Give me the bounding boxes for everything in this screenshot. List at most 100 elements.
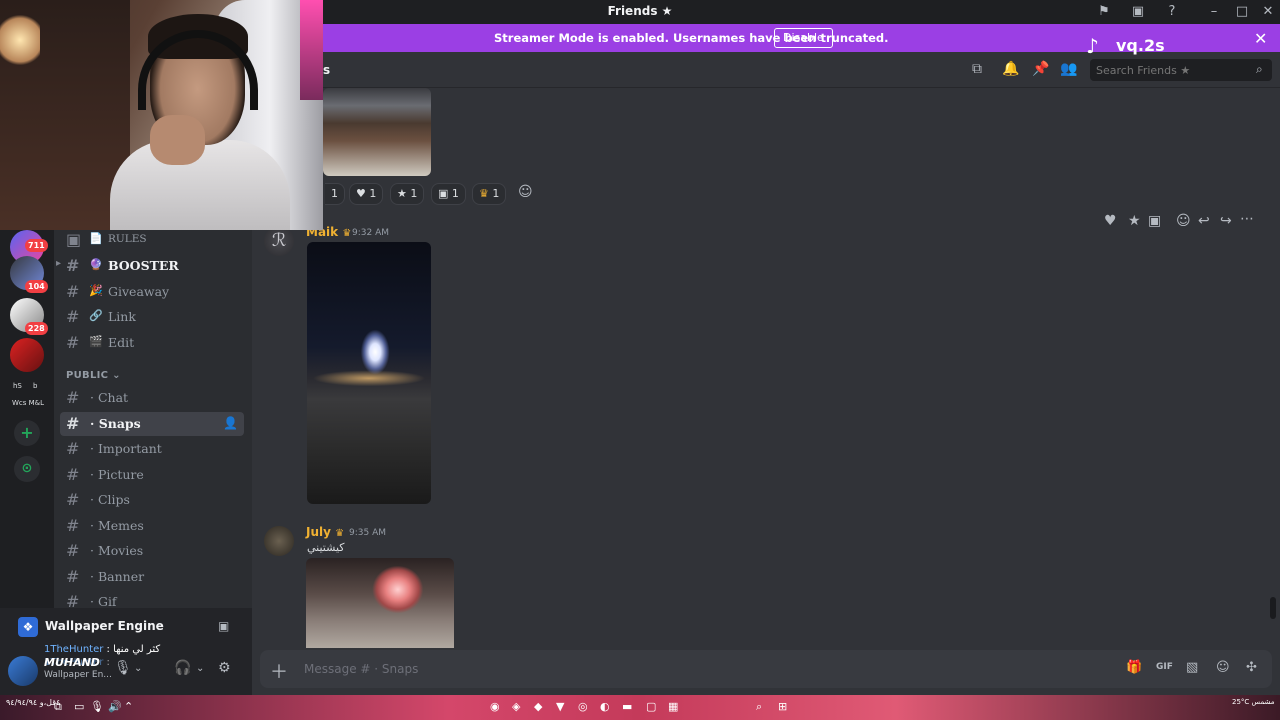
windows-start-icon[interactable]: ⊞ bbox=[778, 700, 787, 713]
activity-status[interactable]: ❖ Wallpaper Engine ▣ bbox=[8, 614, 244, 640]
disable-streamer-mode-button[interactable]: Disable bbox=[774, 28, 833, 48]
channel-title: s bbox=[323, 63, 331, 77]
channel-label: · Movies bbox=[90, 543, 144, 558]
chat-area: s ⧉ 🔔 📌 👥 ⌕ 1 ♥ 1 ★ 1 ▣ 1 ♛ 1 ☺ ♥ ★ ▣ ☺ … bbox=[252, 52, 1280, 695]
taskbar-app-icon[interactable]: ◎ bbox=[578, 700, 588, 713]
channel-label: · Snaps bbox=[90, 416, 141, 431]
invite-icon[interactable]: 👤 bbox=[223, 416, 238, 430]
reaction-heart[interactable]: ♥ 1 bbox=[349, 183, 384, 205]
attachment-image[interactable] bbox=[306, 558, 454, 648]
gift-icon[interactable]: 🎁 bbox=[1126, 660, 1142, 675]
server-folder-label[interactable]: Wcs M&L bbox=[12, 399, 44, 407]
mic-icon[interactable]: 🎙 bbox=[114, 660, 132, 676]
reaction-crown[interactable]: ♛ 1 bbox=[472, 183, 507, 205]
heart-icon[interactable]: ♥ bbox=[1104, 213, 1117, 229]
brave-taskbar-icon[interactable]: ▼ bbox=[556, 700, 564, 713]
server-folder-label[interactable]: hS bbox=[13, 382, 22, 390]
channel-giveaway[interactable]: # 🎉 Giveaway bbox=[60, 280, 244, 304]
channel-banner[interactable]: # · Banner bbox=[60, 565, 244, 589]
search-input[interactable] bbox=[1090, 59, 1272, 81]
add-server-icon[interactable]: + bbox=[14, 420, 40, 446]
taskbar-app-icon[interactable]: ◉ bbox=[490, 700, 500, 713]
maximize-icon[interactable]: □ bbox=[1234, 4, 1250, 20]
chevron-down-icon[interactable]: ⌄ bbox=[196, 663, 204, 674]
sticker-icon[interactable]: ▧ bbox=[1186, 660, 1198, 675]
headphones-icon[interactable]: 🎧 bbox=[174, 660, 191, 676]
chevron-right-icon: ▸ bbox=[56, 258, 62, 269]
mention-badge: 228 bbox=[25, 322, 48, 335]
apps-icon[interactable]: ✣ bbox=[1246, 660, 1257, 675]
emoji-icon[interactable]: ☺ bbox=[1216, 660, 1230, 675]
task-view-icon[interactable]: ▦ bbox=[668, 700, 678, 713]
channel-rules[interactable]: ▣ 📄 RULES bbox=[60, 230, 244, 252]
threads-icon[interactable]: ⧉ bbox=[972, 61, 982, 77]
attachment-image[interactable] bbox=[323, 88, 431, 176]
channel-chat[interactable]: # · Chat bbox=[60, 386, 244, 410]
scrollbar[interactable] bbox=[1270, 597, 1276, 619]
channel-link[interactable]: # 🔗 Link bbox=[60, 305, 244, 329]
tiktok-overlay: ♪ vq.2s bbox=[1086, 34, 1186, 58]
avatar[interactable] bbox=[264, 526, 294, 556]
add-attachment-icon[interactable]: ＋ bbox=[270, 658, 288, 684]
screen-share-icon[interactable]: ▣ bbox=[218, 619, 229, 633]
reaction-star[interactable]: ★ 1 bbox=[390, 183, 425, 205]
add-reaction-icon[interactable]: ☺ bbox=[518, 184, 533, 200]
user-avatar[interactable] bbox=[8, 656, 38, 686]
channel-picture[interactable]: # · Picture bbox=[60, 463, 244, 487]
channel-booster[interactable]: ▸ # 🔮 BOOSTER bbox=[56, 254, 244, 278]
hash-icon: # bbox=[66, 282, 80, 301]
message-author[interactable]: July ♛ bbox=[306, 525, 344, 539]
more-icon[interactable]: ⋯ bbox=[1240, 211, 1254, 227]
channel-gif[interactable]: # · Gif bbox=[60, 590, 244, 608]
taskbar-search-icon[interactable]: ⌕ bbox=[756, 700, 762, 714]
sticker-icon[interactable]: ▣ bbox=[1148, 213, 1161, 229]
close-banner-icon[interactable]: ✕ bbox=[1254, 29, 1267, 48]
taskbar-volume-icon[interactable]: 🔊 bbox=[108, 700, 122, 713]
add-reaction-icon[interactable]: ☺ bbox=[1176, 213, 1191, 229]
channel-clips[interactable]: # · Clips bbox=[60, 488, 244, 512]
reply-icon[interactable]: ↩ bbox=[1198, 213, 1210, 229]
edge-taskbar-icon[interactable]: ◐ bbox=[600, 700, 610, 713]
taskbar-tray-icon[interactable]: ▭ bbox=[74, 700, 84, 713]
chevron-down-icon[interactable]: ⌄ bbox=[134, 663, 142, 674]
channel-snaps[interactable]: # · Snaps 👤 bbox=[60, 412, 244, 436]
minimize-icon[interactable]: – bbox=[1206, 4, 1222, 20]
taskbar-app-icon[interactable]: ◈ bbox=[512, 700, 520, 713]
channel-memes[interactable]: # · Memes bbox=[60, 514, 244, 538]
flag-icon[interactable]: ⚑ bbox=[1096, 4, 1112, 20]
forward-icon[interactable]: ↪ bbox=[1220, 213, 1232, 229]
server-icon[interactable] bbox=[10, 338, 44, 372]
channel-label: · Important bbox=[90, 441, 162, 456]
discover-icon[interactable]: ⊙ bbox=[14, 456, 40, 482]
channel-important[interactable]: # · Important bbox=[60, 437, 244, 461]
avatar[interactable]: ℛ bbox=[264, 226, 294, 256]
channel-edit[interactable]: # 🎬 Edit bbox=[60, 331, 244, 355]
close-window-icon[interactable]: ✕ bbox=[1260, 4, 1276, 20]
inbox-icon[interactable]: ▣ bbox=[1130, 4, 1146, 20]
pin-icon[interactable]: 📌 bbox=[1032, 61, 1049, 77]
server-folder-label[interactable]: b bbox=[33, 382, 37, 390]
settings-gear-icon[interactable]: ⚙ bbox=[218, 660, 231, 676]
username[interactable]: MUHAND bbox=[44, 656, 100, 669]
help-icon[interactable]: ? bbox=[1164, 4, 1180, 20]
message-input[interactable] bbox=[304, 658, 1004, 680]
user-panel: ❖ Wallpaper Engine ▣ 1TheHunter : كثر لي… bbox=[0, 608, 252, 695]
attachment-image[interactable] bbox=[307, 242, 431, 504]
discord-taskbar-icon[interactable]: ◆ bbox=[534, 700, 542, 713]
activity-app-name: Wallpaper Engine bbox=[45, 619, 164, 633]
taskbar-tray-icon[interactable]: ⧉ bbox=[54, 700, 62, 714]
channel-movies[interactable]: # · Movies bbox=[60, 539, 244, 563]
taskbar-chevron-up-icon[interactable]: ⌃ bbox=[124, 700, 133, 713]
category-public[interactable]: PUBLIC ⌄ bbox=[66, 370, 121, 381]
bell-icon[interactable]: 🔔 bbox=[1002, 61, 1019, 77]
taskbar-app-icon[interactable]: ▢ bbox=[646, 700, 656, 713]
members-icon[interactable]: 👥 bbox=[1060, 61, 1077, 77]
star-icon[interactable]: ★ bbox=[1128, 213, 1141, 229]
gif-icon[interactable]: GIF bbox=[1156, 662, 1173, 672]
reaction[interactable]: 1 bbox=[325, 183, 345, 205]
file-explorer-icon[interactable]: ▬ bbox=[622, 700, 632, 713]
taskbar-mic-icon[interactable]: 🎙 bbox=[90, 700, 104, 713]
weather-widget[interactable]: 25°C مشمس bbox=[1232, 698, 1275, 707]
webcam-overlay bbox=[0, 0, 323, 230]
reaction-sticker[interactable]: ▣ 1 bbox=[431, 183, 466, 205]
